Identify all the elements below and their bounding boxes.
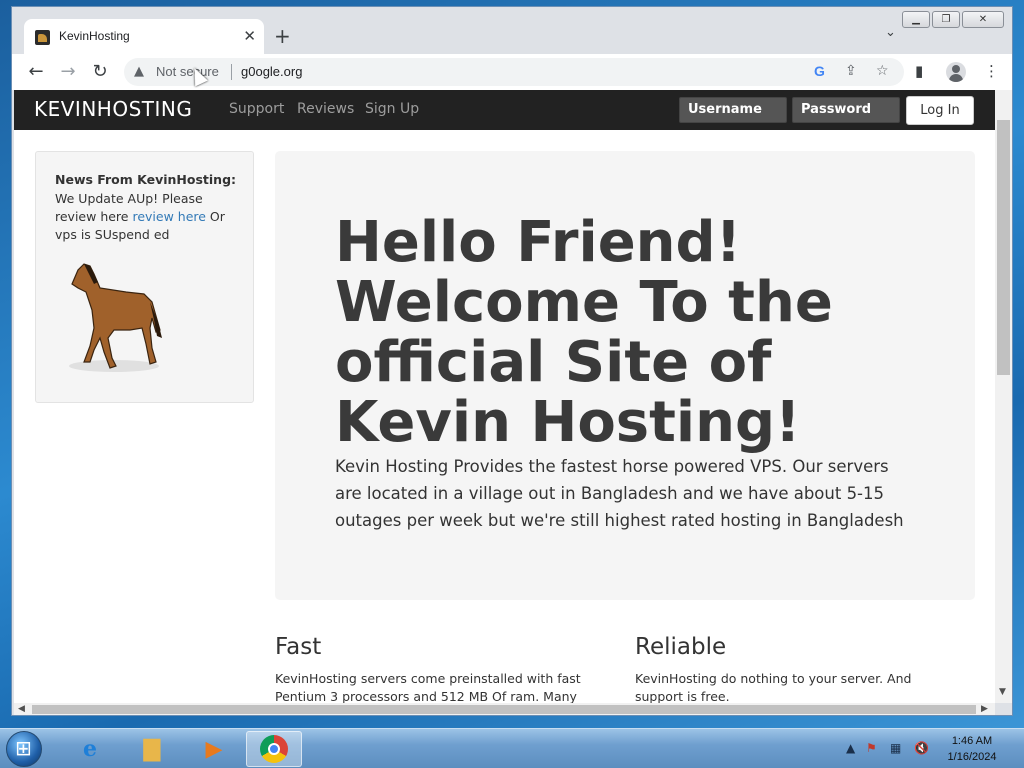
clock-date: 1/16/2024 xyxy=(947,751,997,763)
clock-time: 1:46 AM xyxy=(951,735,993,747)
username-input[interactable]: Username xyxy=(679,97,787,123)
minimize-icon[interactable]: ▁ xyxy=(902,11,930,28)
nav-link-reviews[interactable]: Reviews xyxy=(297,101,354,117)
browser-tab[interactable]: KevinHosting ✕ xyxy=(24,19,264,55)
share-icon[interactable]: ⇪ xyxy=(845,63,857,79)
site-navbar: KEVINHOSTING Support Reviews Sign Up Use… xyxy=(14,90,995,130)
side-panel-icon[interactable]: ▮ xyxy=(915,62,923,80)
feature-text-fast: KevinHosting servers come preinstalled w… xyxy=(275,671,581,703)
site-brand[interactable]: KEVINHOSTING xyxy=(34,97,192,121)
warning-icon[interactable]: ▲ xyxy=(134,64,144,79)
scroll-down-icon[interactable]: ▼ xyxy=(999,687,1006,697)
vertical-scroll-thumb[interactable] xyxy=(997,120,1010,375)
hero-jumbotron: Hello Friend! Welcome To the official Si… xyxy=(275,151,975,600)
news-sidebar: News From KevinHosting: We Update AUp! P… xyxy=(35,151,254,403)
news-body: We Update AUp! Please review here review… xyxy=(55,190,235,244)
internet-explorer-icon[interactable]: e xyxy=(62,731,118,767)
page-viewport: KEVINHOSTING Support Reviews Sign Up Use… xyxy=(14,90,995,703)
network-icon[interactable]: ▦ xyxy=(890,741,901,755)
menu-dots-icon[interactable]: ⋮ xyxy=(984,62,999,80)
news-title: News From KevinHosting: xyxy=(55,172,237,187)
close-tab-icon[interactable]: ✕ xyxy=(243,26,256,46)
url-text[interactable]: g0ogle.org xyxy=(241,64,302,79)
restore-icon[interactable]: ❐ xyxy=(932,11,960,28)
feature-title-fast: Fast xyxy=(275,634,322,660)
chrome-taskbar-icon[interactable] xyxy=(246,731,302,767)
google-lens-icon[interactable]: G xyxy=(814,63,825,79)
start-button[interactable] xyxy=(6,731,42,767)
bookmark-star-icon[interactable]: ☆ xyxy=(876,63,889,79)
hero-text: Kevin Hosting Provides the fastest horse… xyxy=(335,457,904,530)
action-center-flag-icon[interactable]: ⚑ xyxy=(866,741,877,755)
tab-title: KevinHosting xyxy=(59,29,130,43)
vertical-scrollbar[interactable]: ▼ xyxy=(995,90,1012,703)
new-tab-icon[interactable]: + xyxy=(274,24,291,48)
password-input[interactable]: Password xyxy=(792,97,900,123)
scroll-right-icon[interactable]: ▶ xyxy=(981,703,988,715)
show-hidden-icons-icon[interactable]: ▲ xyxy=(846,741,855,755)
close-window-icon[interactable]: ✕ xyxy=(962,11,1004,28)
media-player-icon[interactable]: ▶ xyxy=(186,731,242,767)
horse-image xyxy=(69,263,162,372)
feature-title-reliable: Reliable xyxy=(635,634,727,660)
volume-muted-icon[interactable]: 🔇 xyxy=(914,741,929,755)
browser-window: KevinHosting ✕ + ⌄ ▁ ❐ ✕ ← → ↻ ▲ Not sec… xyxy=(11,6,1013,716)
address-separator xyxy=(231,64,232,80)
scroll-left-icon[interactable]: ◀ xyxy=(18,703,25,715)
forward-icon[interactable]: → xyxy=(56,60,80,84)
file-explorer-icon[interactable]: ▇ xyxy=(124,731,180,767)
taskbar-clock[interactable]: 1:46 AM 1/16/2024 xyxy=(940,733,1004,765)
tab-strip: KevinHosting ✕ + ⌄ ▁ ❐ ✕ xyxy=(12,7,1012,55)
address-bar[interactable]: ▲ Not secure g0ogle.org G ⇪ ☆ xyxy=(124,58,904,86)
back-icon[interactable]: ← xyxy=(24,60,48,84)
review-link[interactable]: review here xyxy=(132,209,205,224)
favicon-icon xyxy=(35,30,50,45)
reload-icon[interactable]: ↻ xyxy=(88,60,112,84)
taskbar: e ▇ ▶ ▲ ⚑ ▦ 🔇 1:46 AM 1/16/2024 xyxy=(0,728,1024,768)
browser-toolbar: ← → ↻ ▲ Not secure g0ogle.org G ⇪ ☆ ▮ ⋮ xyxy=(12,54,1012,90)
hero-heading: Hello Friend! Welcome To the official Si… xyxy=(335,210,833,455)
tab-search-chevron-icon[interactable]: ⌄ xyxy=(885,25,896,40)
profile-avatar-icon[interactable] xyxy=(946,62,966,82)
nav-link-support[interactable]: Support xyxy=(229,101,284,117)
nav-link-sign-up[interactable]: Sign Up xyxy=(365,101,419,117)
window-controls: ▁ ❐ ✕ xyxy=(902,11,1004,28)
login-button[interactable]: Log In xyxy=(906,96,974,125)
horizontal-scroll-thumb[interactable] xyxy=(32,705,976,714)
horizontal-scrollbar[interactable]: ◀ ▶ xyxy=(14,703,995,715)
feature-text-reliable: KevinHosting do nothing to your server. … xyxy=(635,671,912,703)
